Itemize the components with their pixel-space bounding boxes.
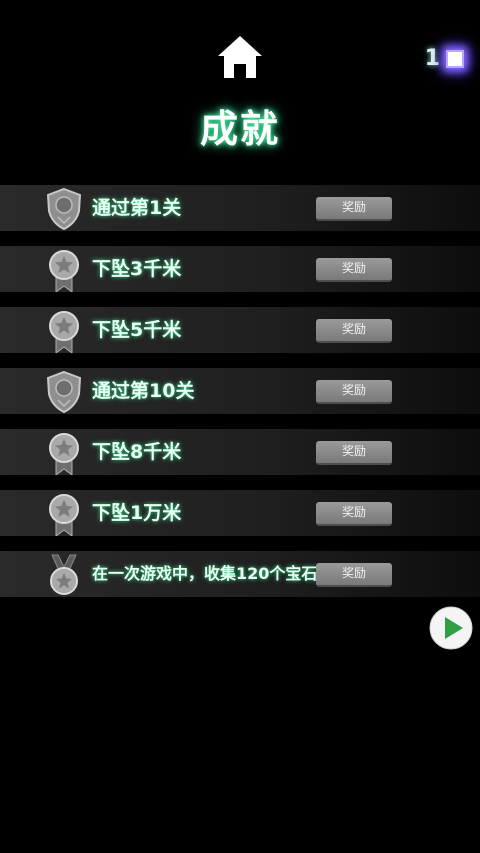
home-icon <box>218 36 262 78</box>
achievement-row: 下坠8千米 奖励 <box>0 429 480 475</box>
reward-button[interactable]: 奖励 <box>316 563 392 587</box>
achievement-label: 通过第1关 <box>92 197 182 219</box>
home-button[interactable] <box>216 34 264 80</box>
ribbon-medal-icon <box>49 433 79 475</box>
achievement-row: 下坠5千米 奖励 <box>0 307 480 353</box>
ribbon-medal-icon <box>49 311 79 353</box>
play-icon <box>429 606 473 650</box>
achievement-row: 下坠1万米 奖励 <box>0 490 480 536</box>
ribbon-medal-icon <box>49 494 79 536</box>
reward-button[interactable]: 奖励 <box>316 380 392 404</box>
achievement-label: 下坠1万米 <box>92 502 182 524</box>
neck-medal-icon <box>50 554 78 595</box>
reward-button[interactable]: 奖励 <box>316 502 392 526</box>
gem-counter: 1 <box>425 46 464 71</box>
reward-button[interactable]: 奖励 <box>316 258 392 282</box>
achievement-label: 下坠3千米 <box>92 258 182 280</box>
achievement-row: 通过第10关 奖励 <box>0 368 480 414</box>
achievement-label: 下坠8千米 <box>92 441 182 463</box>
achievement-label: 下坠5千米 <box>92 319 182 341</box>
shield-medal-icon <box>46 370 82 414</box>
gem-count: 1 <box>424 46 440 71</box>
achievement-label: 通过第10关 <box>92 380 195 402</box>
reward-button[interactable]: 奖励 <box>316 197 392 221</box>
achievement-row: 通过第1关 奖励 <box>0 185 480 231</box>
reward-button[interactable]: 奖励 <box>316 441 392 465</box>
reward-button[interactable]: 奖励 <box>316 319 392 343</box>
achievement-row: 下坠3千米 奖励 <box>0 246 480 292</box>
page-title: 成就 <box>199 107 280 151</box>
achievement-label: 在一次游戏中，收集120个宝石 <box>92 564 318 583</box>
shield-medal-icon <box>46 187 82 231</box>
achievement-row: 在一次游戏中，收集120个宝石 奖励 <box>0 551 480 597</box>
play-button[interactable] <box>429 606 473 650</box>
ribbon-medal-icon <box>49 250 79 292</box>
gem-icon <box>446 49 464 68</box>
